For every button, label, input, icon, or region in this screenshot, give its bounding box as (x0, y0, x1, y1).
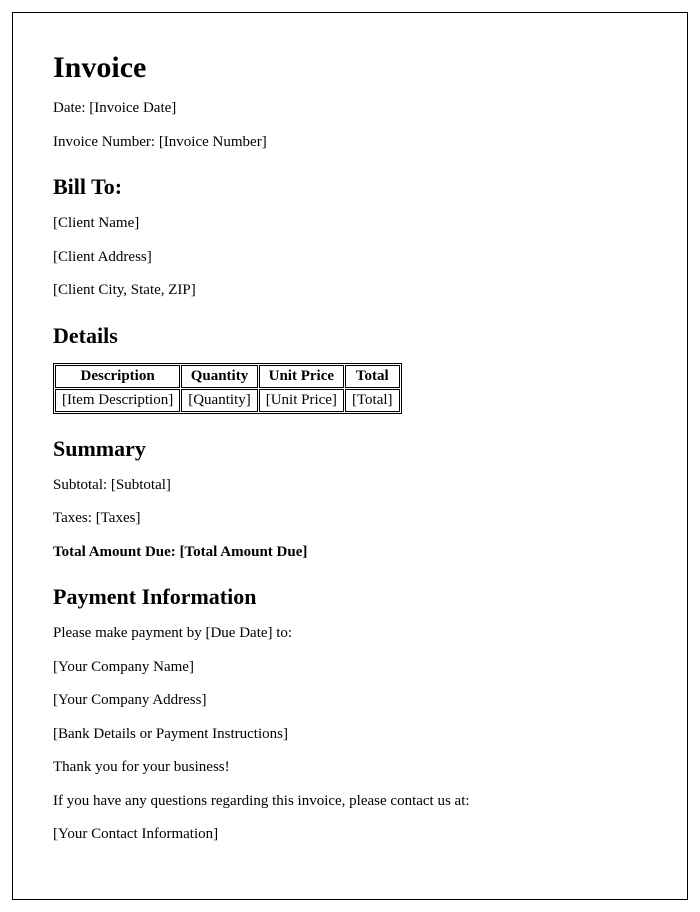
total-due-label: Total Amount Due: (53, 544, 180, 560)
table-row: [Item Description] [Quantity] [Unit Pric… (55, 389, 400, 412)
details-table: Description Quantity Unit Price Total [I… (53, 363, 402, 414)
total-due-value: [Total Amount Due] (180, 544, 308, 560)
bill-to-heading: Bill To: (53, 174, 647, 200)
thank-you: Thank you for your business! (53, 758, 647, 778)
bank-details: [Bank Details or Payment Instructions] (53, 725, 647, 745)
client-city-state-zip: [Client City, State, ZIP] (53, 281, 647, 301)
payment-line1-suffix: to: (273, 625, 293, 641)
cell-description: [Item Description] (55, 389, 180, 412)
summary-heading: Summary (53, 436, 647, 462)
date-line: Date: [Invoice Date] (53, 99, 647, 119)
contact-intro: If you have any questions regarding this… (53, 792, 647, 812)
company-name: [Your Company Name] (53, 658, 647, 678)
company-address: [Your Company Address] (53, 691, 647, 711)
client-name: [Client Name] (53, 214, 647, 234)
date-label: Date: (53, 100, 89, 116)
invoice-number-line: Invoice Number: [Invoice Number] (53, 133, 647, 153)
subtotal-label: Subtotal: (53, 477, 111, 493)
subtotal-line: Subtotal: [Subtotal] (53, 476, 647, 496)
taxes-line: Taxes: [Taxes] (53, 509, 647, 529)
payment-due-date: [Due Date] (205, 625, 272, 641)
subtotal-value: [Subtotal] (111, 477, 171, 493)
payment-heading: Payment Information (53, 584, 647, 610)
invoice-number-label: Invoice Number: (53, 134, 159, 150)
invoice-number-value: [Invoice Number] (159, 134, 267, 150)
invoice-title: Invoice (53, 51, 647, 85)
date-value: [Invoice Date] (89, 100, 176, 116)
invoice-page: Invoice Date: [Invoice Date] Invoice Num… (12, 12, 688, 900)
contact-info: [Your Contact Information] (53, 825, 647, 845)
cell-quantity: [Quantity] (181, 389, 257, 412)
payment-due-line: Please make payment by [Due Date] to: (53, 624, 647, 644)
taxes-value: [Taxes] (96, 510, 141, 526)
cell-unit-price: [Unit Price] (259, 389, 344, 412)
header-description: Description (55, 365, 180, 388)
details-heading: Details (53, 323, 647, 349)
cell-total: [Total] (345, 389, 400, 412)
table-header-row: Description Quantity Unit Price Total (55, 365, 400, 388)
taxes-label: Taxes: (53, 510, 96, 526)
client-address: [Client Address] (53, 248, 647, 268)
header-unit-price: Unit Price (259, 365, 344, 388)
payment-line1-prefix: Please make payment by (53, 625, 205, 641)
header-quantity: Quantity (181, 365, 257, 388)
header-total: Total (345, 365, 400, 388)
total-due-line: Total Amount Due: [Total Amount Due] (53, 543, 647, 563)
